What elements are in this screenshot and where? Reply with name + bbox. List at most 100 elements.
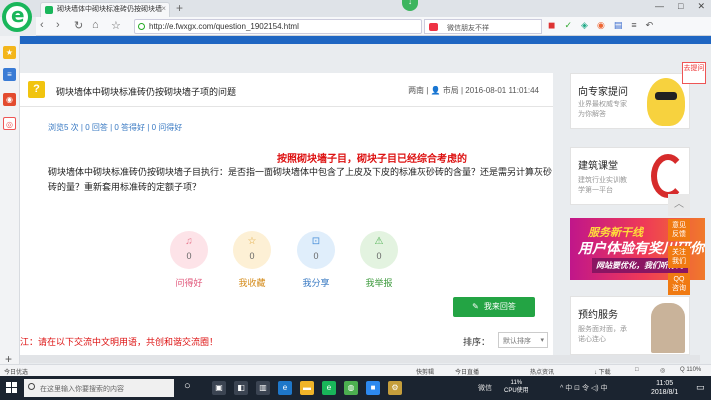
weibo-icon[interactable]: ◉	[3, 93, 16, 106]
course-title[interactable]: 建筑课堂	[578, 157, 618, 172]
notification-icon[interactable]: ▭	[696, 382, 705, 393]
close-window-button[interactable]: ✕	[697, 1, 705, 12]
security-icon	[138, 23, 145, 30]
report-circle[interactable]: ⚠ 0	[360, 231, 398, 269]
ext-icon-5[interactable]: ▤	[614, 20, 623, 31]
ext-icon-4[interactable]: ◉	[597, 20, 605, 31]
favorite-circle[interactable]: ☆ 0	[233, 231, 271, 269]
bookmark-star-icon[interactable]: ☆	[111, 19, 121, 32]
ext-icon-3[interactable]: ◈	[581, 20, 588, 31]
share-label: 我分享	[302, 278, 330, 288]
sort-value: 默认排序	[503, 338, 531, 345]
booking-title[interactable]: 预约服务	[578, 306, 618, 321]
os-taskbar: 在这里输入你要搜索的内容 ○ ▣ ◧ ▥ e ▬ e ◍ ■ ⚙ 微信 11% …	[0, 376, 711, 400]
window-controls: — □ ✕	[655, 1, 705, 12]
ext-icon-6[interactable]: ≡	[631, 20, 636, 31]
pen-icon: ✎	[472, 302, 479, 311]
question-stats: 浏览5 次 | 0 回答 | 0 答得好 | 0 问得好	[48, 123, 183, 132]
site-favicon-icon	[45, 6, 53, 14]
extension-badge-icon[interactable]: ↓	[402, 0, 418, 11]
settings-icon[interactable]: ◎	[3, 117, 16, 130]
share-action[interactable]: ⊡ 0 我分享	[291, 231, 341, 289]
question-title: 砌块墙体中砌块标准砖仍按砌块墙子项的问题	[56, 87, 237, 97]
reload-button[interactable]: ↻	[74, 19, 83, 32]
civility-notice: 江：请在以下交流中文明用语，共创和谐交流圈！	[20, 337, 219, 347]
horizontal-scrollbar[interactable]	[20, 355, 700, 363]
minimize-button[interactable]: —	[655, 1, 664, 12]
ask-expert-panel[interactable]: 向专家提问 业界最权威专家 为你解答	[570, 73, 690, 129]
tab-title: 砌块墙体中砌块标准砖仍按砌块墙	[57, 6, 162, 13]
browser-task-icon[interactable]: e	[322, 381, 336, 395]
favorite-count: 0	[249, 251, 255, 261]
cortana-icon[interactable]: ○	[184, 380, 191, 392]
course-logo-icon	[651, 154, 685, 198]
app-icon-3[interactable]: ▥	[256, 381, 270, 395]
search-placeholder: 微信朋友不祥	[447, 25, 489, 32]
undo-icon[interactable]: ↶	[646, 20, 654, 31]
download-status[interactable]: ↓ 下载	[594, 367, 611, 376]
report-count: 0	[376, 251, 382, 261]
ask-question-badge[interactable]: 去提问	[682, 62, 706, 84]
good-question-action[interactable]: ♫ 0 问得好	[164, 231, 214, 289]
reading-list-icon[interactable]: ≡	[3, 68, 16, 81]
scroll-top-icon[interactable]: ︿	[668, 194, 690, 216]
taskbar-search[interactable]: 在这里输入你要搜索的内容	[24, 379, 174, 397]
question-author[interactable]: 两南	[408, 86, 424, 95]
share-circle[interactable]: ⊡ 0	[297, 231, 335, 269]
app-icon-8[interactable]: ■	[366, 381, 380, 395]
share-count: 0	[313, 251, 319, 261]
good-question-circle[interactable]: ♫ 0	[170, 231, 208, 269]
mascot-glasses-icon	[655, 92, 677, 100]
follow-float-label: 关注 我们	[672, 249, 686, 265]
sort-select[interactable]: 默认排序 ▾	[498, 332, 548, 348]
ext-icon-1[interactable]: ◼	[548, 20, 555, 31]
browser-logo-icon[interactable]	[2, 2, 32, 32]
qq-float-button[interactable]: QQ 咨询	[668, 273, 690, 295]
file-explorer-icon[interactable]: ▬	[300, 381, 314, 395]
follow-float-button[interactable]: 关注 我们	[668, 246, 690, 268]
clock-time: 11:05	[656, 380, 674, 387]
status-item-3[interactable]: 热点资讯	[530, 367, 554, 376]
browser-tab[interactable]: 砌块墙体中砌块标准砖仍按砌块墙 ×	[40, 2, 170, 17]
zoom-level[interactable]: Q 110%	[680, 367, 701, 373]
today-pick-link[interactable]: 今日优选	[4, 367, 28, 376]
address-bar[interactable]: http://e.fwxgx.com/question_1902154.html	[134, 19, 422, 34]
thumb-icon: ♫	[185, 236, 193, 247]
task-view-icon[interactable]: ▣	[212, 381, 226, 395]
edge-icon[interactable]: e	[278, 381, 292, 395]
system-tray[interactable]: ^ 中 ⊡ 令 ◁) 中	[560, 383, 608, 393]
status-item-5[interactable]: □	[635, 367, 639, 373]
question-author-date: | 👤 市局 | 2016-08-01 11:01:44	[426, 86, 539, 95]
site-header-bar	[20, 36, 711, 44]
status-item-1[interactable]: 快剪辑	[416, 367, 434, 376]
search-engine-icon[interactable]	[429, 23, 438, 31]
search-icon	[28, 383, 35, 390]
new-tab-button[interactable]: +	[176, 1, 183, 15]
feedback-float-button[interactable]: 意见 反馈	[668, 219, 690, 241]
favorite-action[interactable]: ☆ 0 我收藏	[227, 231, 277, 289]
favorite-label: 我收藏	[238, 278, 266, 288]
answer-button-label: 我来回答	[483, 302, 516, 311]
search-box[interactable]: 微信朋友不祥	[424, 19, 542, 34]
app-icon-9[interactable]: ⚙	[388, 381, 402, 395]
forward-button[interactable]: ›	[56, 19, 60, 31]
back-button[interactable]: ‹	[40, 19, 44, 31]
qq-float-label: QQ 咨询	[672, 276, 686, 292]
status-item-2[interactable]: 今日直播	[455, 367, 479, 376]
maximize-button[interactable]: □	[678, 1, 683, 12]
taskbar-search-placeholder: 在这里输入你要搜索的内容	[40, 386, 124, 393]
windows-start-icon[interactable]	[6, 382, 18, 394]
favorites-icon[interactable]: ★	[3, 46, 16, 59]
report-action[interactable]: ⚠ 0 我举报	[354, 231, 404, 289]
tab-close-icon[interactable]: ×	[161, 4, 166, 13]
ext-icon-2[interactable]: ✓	[564, 20, 572, 31]
answer-button[interactable]: ✎ 我来回答	[453, 297, 535, 317]
app-icon-7[interactable]: ◍	[344, 381, 358, 395]
app-icon-2[interactable]: ◧	[234, 381, 248, 395]
favorite-star-icon: ☆	[247, 236, 257, 247]
home-button[interactable]: ⌂	[92, 19, 99, 31]
status-item-6[interactable]: ◎	[660, 367, 665, 374]
taskbar-clock[interactable]: 11:05 2018/8/1	[651, 379, 678, 397]
ask-expert-title[interactable]: 向专家提问	[578, 83, 628, 98]
booking-panel[interactable]: 预约服务 服务面对面，承 诺心连心	[570, 296, 690, 355]
